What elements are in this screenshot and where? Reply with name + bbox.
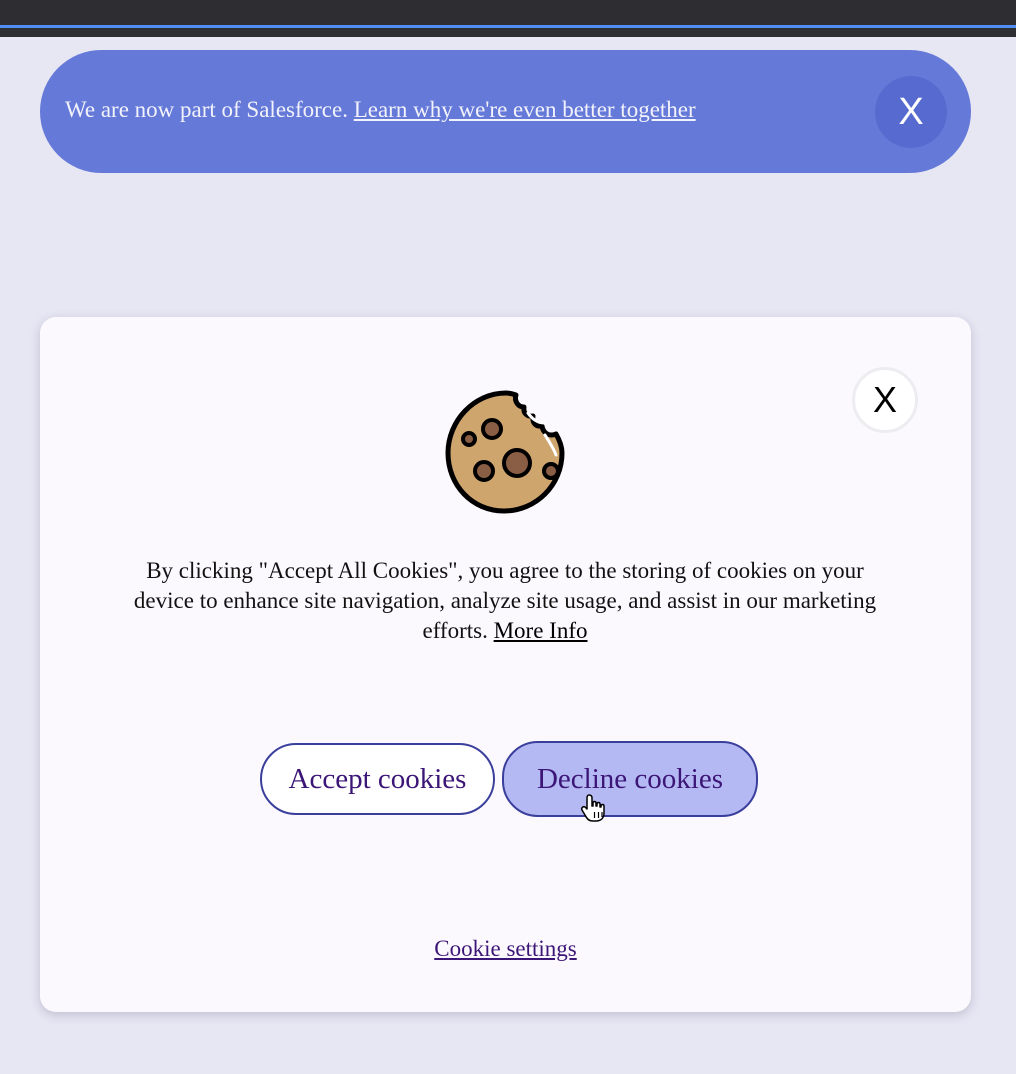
banner-learn-more-link[interactable]: Learn why we're even better together — [354, 97, 696, 122]
cookie-consent-message: By clicking "Accept All Cookies", you ag… — [120, 556, 890, 646]
dialog-close-button[interactable]: X — [852, 367, 918, 433]
cookie-settings-link[interactable]: Cookie settings — [434, 936, 576, 961]
cookie-settings-row: Cookie settings — [40, 936, 971, 962]
more-info-link[interactable]: More Info — [494, 618, 588, 643]
banner-message: We are now part of Salesforce. Learn why… — [65, 97, 696, 123]
decline-cookies-button[interactable]: Decline cookies — [502, 741, 758, 817]
browser-bottom-strip — [0, 28, 1016, 37]
browser-top-bar — [0, 0, 1016, 26]
hand-pointer-cursor-icon — [581, 794, 605, 822]
salesforce-banner: We are now part of Salesforce. Learn why… — [40, 50, 971, 173]
accept-cookies-button[interactable]: Accept cookies — [260, 743, 495, 815]
banner-text: We are now part of Salesforce. — [65, 97, 348, 122]
banner-close-button[interactable]: X — [875, 76, 947, 148]
cookie-consent-dialog: X By clicking "Accept All Cookies", you … — [40, 317, 971, 1012]
cookie-icon — [445, 390, 565, 514]
